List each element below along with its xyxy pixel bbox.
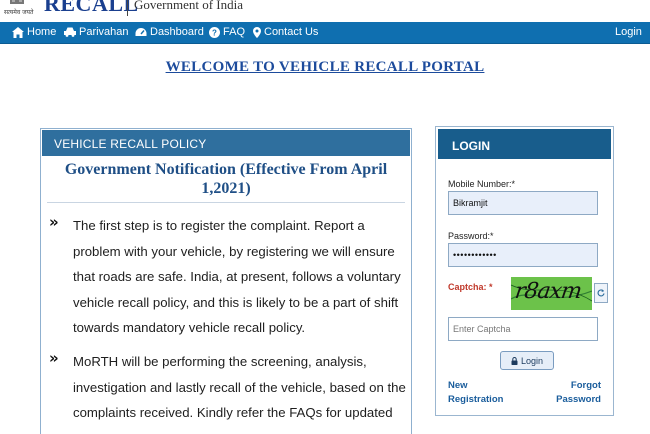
- map-marker-icon: [253, 26, 261, 38]
- dashboard-icon: [135, 28, 147, 36]
- svg-text:?: ?: [212, 28, 217, 37]
- brand-name[interactable]: RECALL: [44, 0, 139, 17]
- captcha-refresh-button[interactable]: [594, 283, 608, 303]
- new-registration-line2: Registration: [448, 394, 504, 405]
- welcome-title: WELCOME TO VEHICLE RECALL PORTAL: [165, 59, 485, 75]
- captcha-image-text: r8axm: [513, 279, 583, 304]
- brand-header: सत्यमेव जयते RECALL Government of India: [0, 0, 650, 22]
- welcome-heading: WELCOME TO VEHICLE RECALL PORTAL: [0, 58, 650, 76]
- password-field[interactable]: ••••••••••••: [448, 243, 598, 267]
- nav-login-label: Login: [615, 26, 642, 38]
- nav-faq[interactable]: ? FAQ: [209, 26, 245, 38]
- captcha-label: Captcha: *: [448, 282, 493, 292]
- lock-icon: [511, 356, 518, 365]
- government-label: Government of India: [134, 0, 244, 12]
- policy-header: VEHICLE RECALL POLICY: [42, 130, 410, 156]
- nav-login[interactable]: Login: [615, 26, 642, 38]
- nav-dashboard[interactable]: Dashboard: [135, 26, 204, 38]
- login-button-label: Login: [520, 355, 544, 366]
- forgot-password-link[interactable]: Forgot Password: [554, 379, 601, 407]
- policy-panel: VEHICLE RECALL POLICY Government Notific…: [40, 128, 412, 434]
- nav-contact[interactable]: Contact Us: [253, 26, 318, 38]
- nav-contact-label: Contact Us: [264, 26, 319, 38]
- mobile-value: Bikramjit: [453, 198, 488, 208]
- policy-divider: [47, 202, 405, 203]
- nav-home-label: Home: [27, 26, 57, 38]
- top-navbar: Home Parivahan Dashboard ? FAQ Contact U…: [0, 22, 650, 44]
- bullet-chevron-icon: »: [49, 213, 59, 231]
- page: सत्यमेव जयते RECALL Government of India …: [0, 0, 650, 434]
- car-icon: [64, 27, 76, 37]
- captcha-input[interactable]: [448, 317, 598, 341]
- home-icon: [12, 26, 24, 38]
- mobile-field[interactable]: Bikramjit: [448, 191, 598, 215]
- policy-bullet-text: MoRTH will be performing the screening, …: [73, 354, 406, 420]
- nav-home[interactable]: Home: [12, 26, 56, 38]
- nav-dashboard-label: Dashboard: [150, 26, 204, 38]
- mobile-label: Mobile Number:*: [448, 179, 516, 189]
- policy-title: Government Notification (Effective From …: [64, 161, 388, 197]
- nav-faq-label: FAQ: [223, 26, 246, 38]
- refresh-icon: [597, 289, 605, 297]
- new-registration-link[interactable]: New Registration: [448, 379, 503, 407]
- password-value: ••••••••••••: [453, 250, 497, 260]
- question-icon: ?: [209, 26, 220, 38]
- policy-bullet-text: The first step is to register the compla…: [73, 218, 401, 335]
- login-button[interactable]: Login: [500, 351, 554, 370]
- login-header: LOGIN: [438, 129, 611, 159]
- emblem-caption: सत्यमेव जयते: [4, 9, 34, 16]
- login-panel: LOGIN Mobile Number:* Bikramjit Password…: [435, 126, 614, 416]
- new-registration-line1: New: [448, 380, 468, 391]
- captcha-image: r8axm: [511, 277, 592, 310]
- bullet-chevron-icon: »: [49, 349, 59, 367]
- brand-divider: [127, 0, 128, 16]
- password-label: Password:*: [448, 231, 494, 241]
- nav-parivahan[interactable]: Parivahan: [64, 26, 129, 38]
- forgot-password-line1: Forgot: [570, 380, 601, 391]
- nav-parivahan-label: Parivahan: [79, 26, 129, 38]
- forgot-password-line2: Password: [556, 394, 601, 405]
